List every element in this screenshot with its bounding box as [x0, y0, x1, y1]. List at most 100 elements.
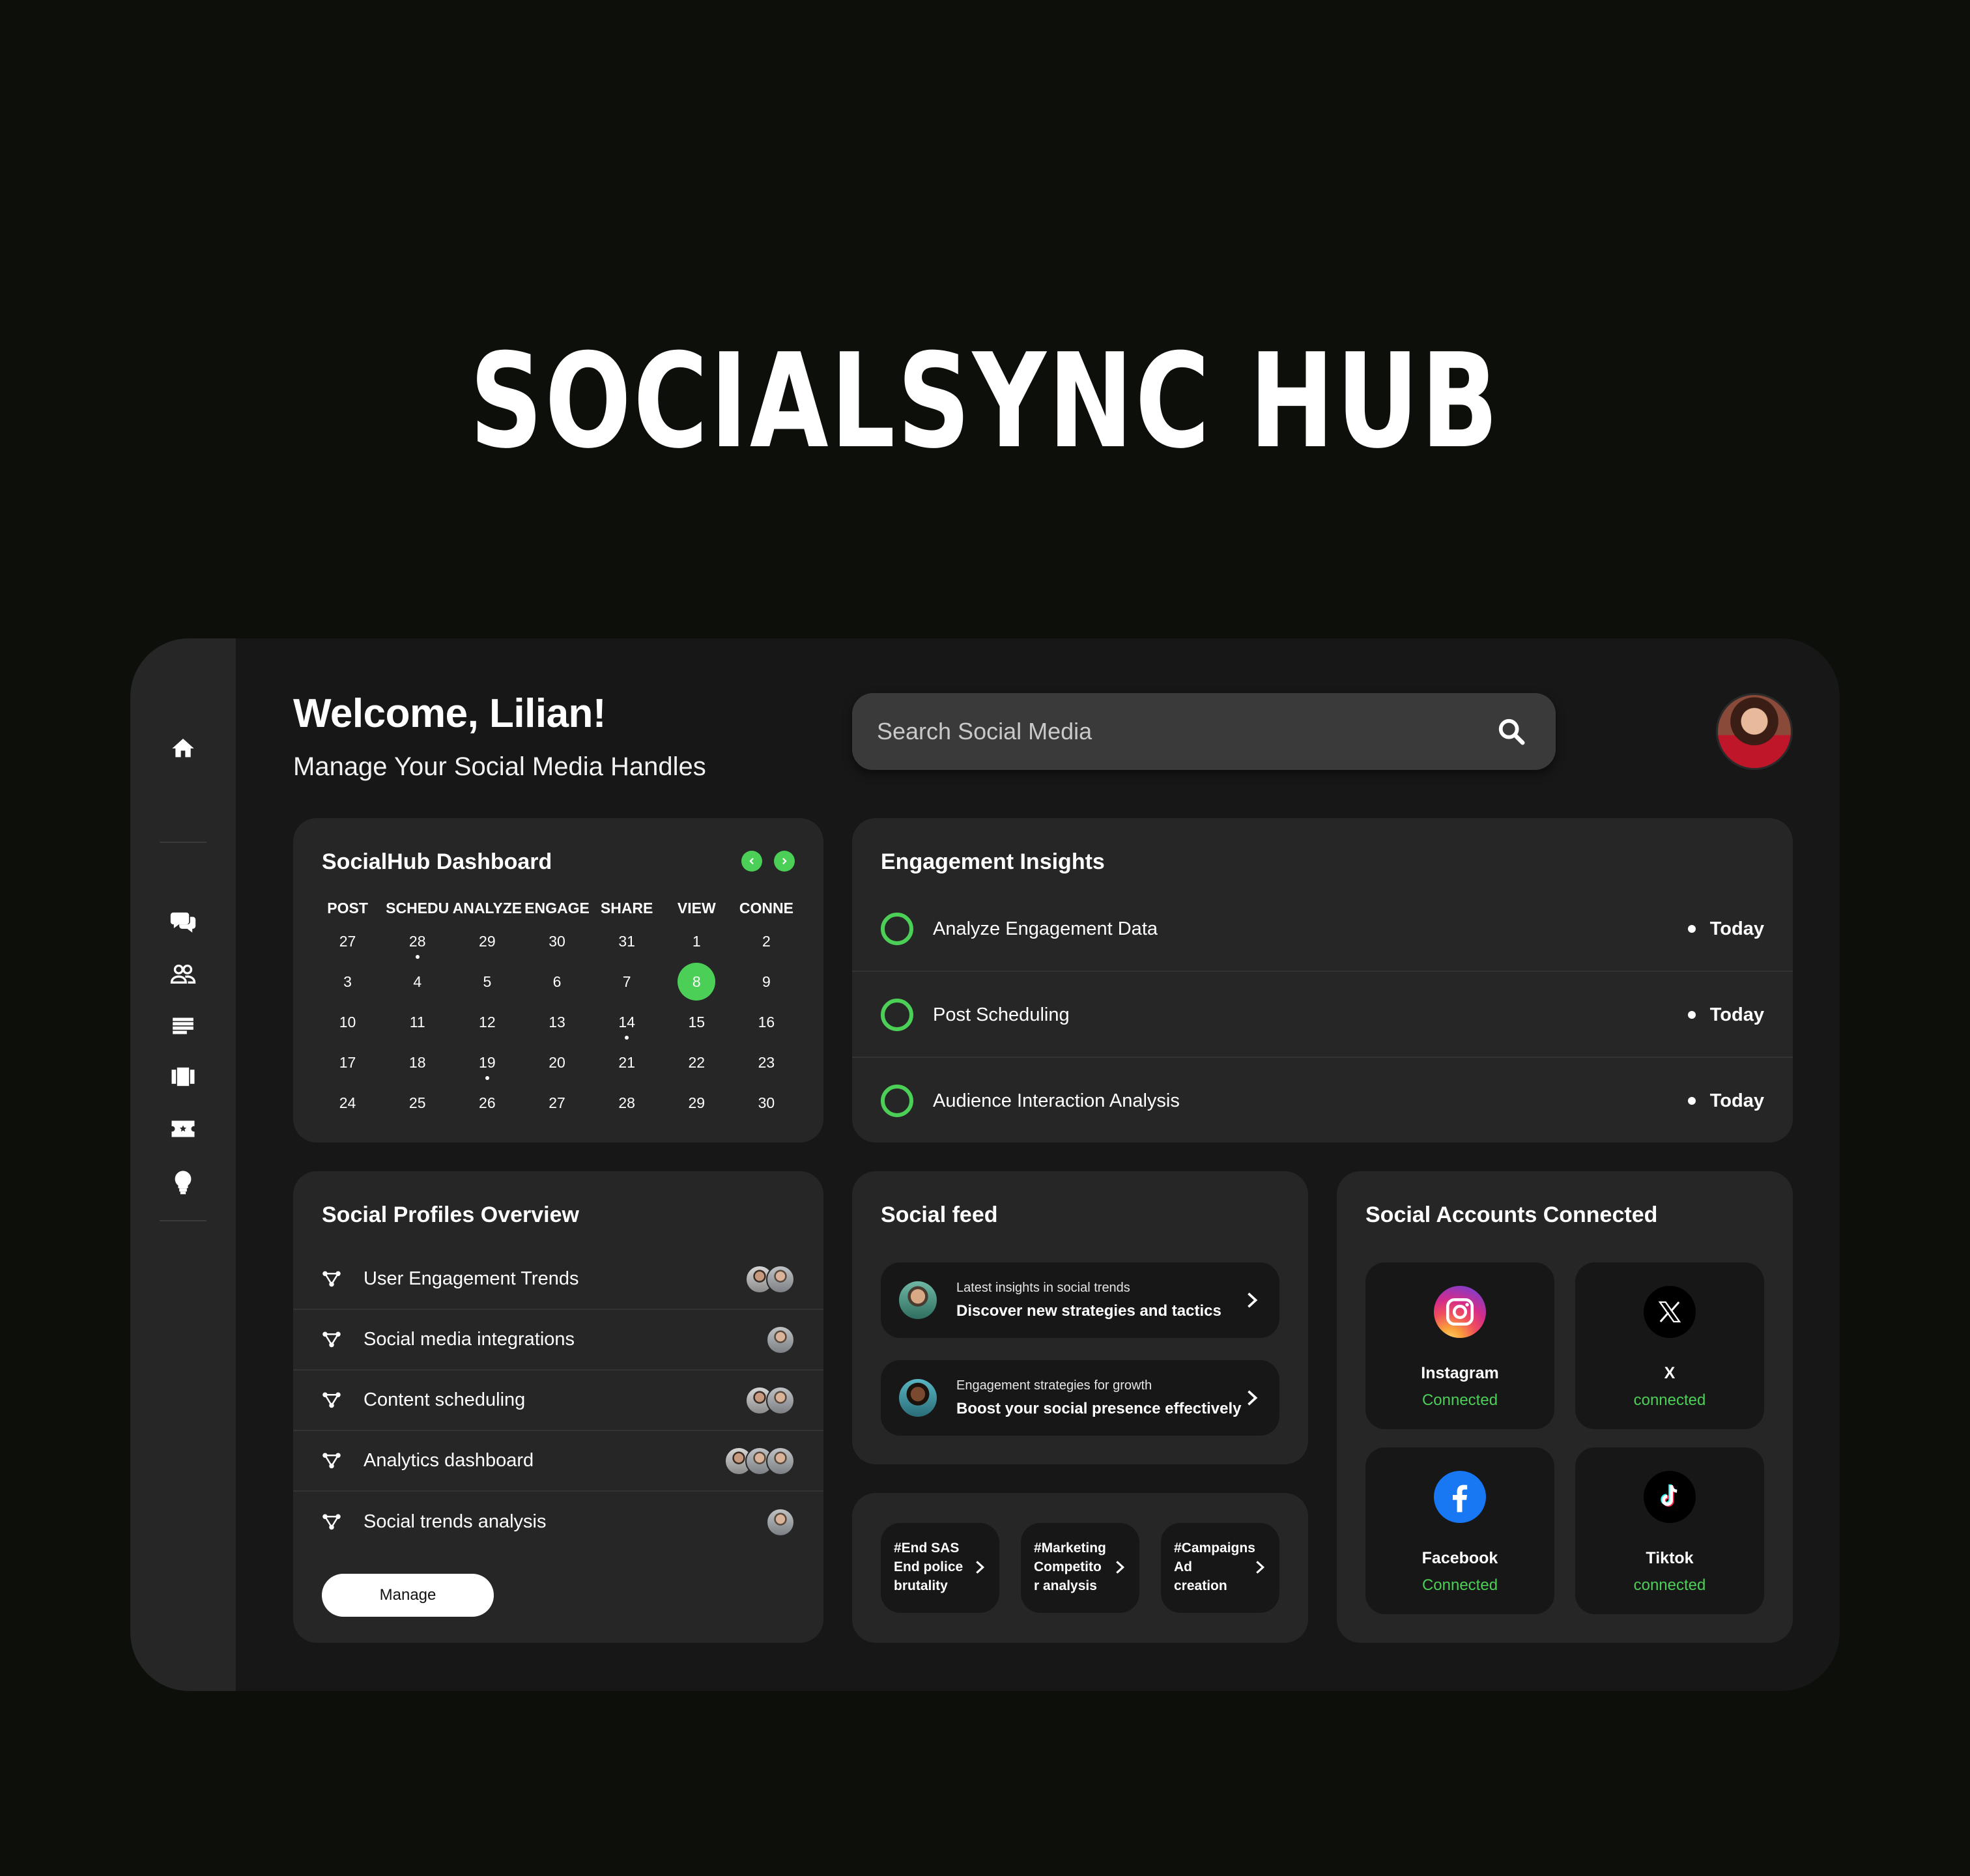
calendar-day[interactable]: 24 — [313, 1083, 382, 1123]
calendar-day[interactable]: 2 — [732, 921, 801, 961]
list-icon[interactable] — [160, 1003, 206, 1049]
chevron-right-icon — [1251, 1558, 1269, 1576]
calendar-day[interactable]: 16 — [732, 1002, 801, 1042]
calendar-day[interactable]: 20 — [522, 1042, 592, 1083]
calendar-day[interactable]: 14 — [592, 1002, 662, 1042]
chat-icon[interactable] — [160, 899, 206, 945]
chevron-right-icon — [1243, 1389, 1261, 1407]
hashtag-line: brutality — [894, 1578, 948, 1593]
calendar-day[interactable]: 3 — [313, 961, 382, 1002]
calendar-day[interactable]: 30 — [522, 921, 592, 961]
profile-item[interactable]: User Engagement Trends — [293, 1249, 823, 1310]
home-icon[interactable] — [160, 726, 206, 771]
account-tile-instagram[interactable]: Instagram Connected — [1365, 1262, 1554, 1429]
facebook-icon — [1434, 1471, 1486, 1523]
status-ring-icon — [881, 999, 913, 1031]
calendar-column-header: SCHEDU — [386, 900, 450, 917]
calendar-day[interactable]: 25 — [382, 1083, 452, 1123]
account-name: Tiktok — [1646, 1549, 1694, 1567]
profile-item[interactable]: Analytics dashboard — [293, 1431, 823, 1492]
calendar-day[interactable]: 31 — [592, 921, 662, 961]
profile-item[interactable]: Social media integrations — [293, 1310, 823, 1371]
calendar-day[interactable]: 12 — [452, 1002, 522, 1042]
prev-month-button[interactable] — [741, 851, 762, 872]
avatar — [766, 1264, 795, 1294]
calendar-week: 27 28 29 30 31 1 2 — [313, 921, 801, 961]
calendar-day[interactable]: 6 — [522, 961, 592, 1002]
manage-button[interactable]: Manage — [322, 1574, 494, 1617]
calendar-day[interactable]: 11 — [382, 1002, 452, 1042]
calendar-day[interactable]: 18 — [382, 1042, 452, 1083]
sidebar-divider — [160, 1220, 207, 1221]
calendar-day[interactable]: 19 — [452, 1042, 522, 1083]
feed-item[interactable]: Engagement strategies for growth Boost y… — [881, 1360, 1279, 1436]
avatar — [899, 1379, 937, 1417]
engagement-item-date: Today — [1688, 918, 1764, 940]
avatar — [766, 1446, 795, 1475]
engagement-item[interactable]: Audience Interaction Analysis Today — [852, 1058, 1793, 1144]
calendar-day[interactable]: 9 — [732, 961, 801, 1002]
accounts-title: Social Accounts Connected — [1365, 1202, 1658, 1227]
account-tile-facebook[interactable]: Facebook Connected — [1365, 1447, 1554, 1614]
calendar-day[interactable]: 4 — [382, 961, 452, 1002]
calendar-day[interactable]: 10 — [313, 1002, 382, 1042]
calendar-day[interactable]: 26 — [452, 1083, 522, 1123]
calendar-day[interactable]: 17 — [313, 1042, 382, 1083]
calendar-day[interactable]: 21 — [592, 1042, 662, 1083]
account-name: Instagram — [1421, 1364, 1499, 1382]
hashtag-tile[interactable]: #End SAS End police brutality — [881, 1523, 999, 1613]
hashtag-tile[interactable]: #Marketing Competito r analysis — [1021, 1523, 1139, 1613]
calendar-day[interactable]: 29 — [452, 921, 522, 961]
calendar-day[interactable]: 27 — [522, 1083, 592, 1123]
calendar-day[interactable]: 23 — [732, 1042, 801, 1083]
calendar-day[interactable]: 5 — [452, 961, 522, 1002]
feed-item[interactable]: Latest insights in social trends Discove… — [881, 1262, 1279, 1338]
calendar-day[interactable]: 29 — [662, 1083, 732, 1123]
next-month-button[interactable] — [774, 851, 795, 872]
carousel-icon[interactable] — [160, 1054, 206, 1100]
account-status: connected — [1633, 1576, 1706, 1594]
calendar-week: 10 11 12 13 14 15 16 — [313, 1002, 801, 1042]
calendar-column-header: ANALYZE — [452, 900, 522, 917]
star-ticket-icon[interactable] — [160, 1106, 206, 1152]
user-avatar[interactable] — [1716, 693, 1793, 770]
lightbulb-icon[interactable] — [160, 1159, 206, 1205]
account-tile-tiktok[interactable]: Tiktok connected — [1575, 1447, 1764, 1614]
calendar-day[interactable]: 1 — [662, 921, 732, 961]
calendar-day[interactable]: 28 — [382, 921, 452, 961]
engagement-item[interactable]: Analyze Engagement Data Today — [852, 886, 1793, 972]
calendar-day[interactable]: 15 — [662, 1002, 732, 1042]
account-tile-x[interactable]: X connected — [1575, 1262, 1764, 1429]
profile-item[interactable]: Content scheduling — [293, 1371, 823, 1431]
calendar-day[interactable]: 22 — [662, 1042, 732, 1083]
profile-item-label: Social trends analysis — [364, 1511, 547, 1532]
calendar-grid: POST SCHEDU ANALYZE ENGAGE SHARE VIEW CO… — [313, 895, 801, 1123]
calendar-day[interactable]: 28 — [592, 1083, 662, 1123]
avatar — [899, 1281, 937, 1319]
calendar-day[interactable]: 7 — [592, 961, 662, 1002]
search-input[interactable] — [877, 718, 1492, 745]
feed-item-subtitle: Latest insights in social trends — [956, 1280, 1130, 1295]
welcome-heading: Welcome, Lilian! — [293, 691, 607, 736]
calendar-header-row: POST SCHEDU ANALYZE ENGAGE SHARE VIEW CO… — [313, 895, 801, 921]
hashtag-tile[interactable]: #Campaigns Ad creation — [1161, 1523, 1279, 1613]
calendar-day-selected[interactable]: 8 — [662, 961, 732, 1002]
network-icon — [322, 1268, 344, 1290]
chevron-right-icon — [1111, 1558, 1129, 1576]
calendar-day[interactable]: 27 — [313, 921, 382, 961]
calendar-day[interactable]: 13 — [522, 1002, 592, 1042]
users-icon[interactable] — [160, 951, 206, 997]
x-icon — [1644, 1286, 1696, 1338]
profile-item-label: Content scheduling — [364, 1389, 526, 1410]
hashtag-line: Competito — [1034, 1559, 1102, 1574]
search-icon[interactable] — [1492, 712, 1531, 751]
engagement-item[interactable]: Post Scheduling Today — [852, 972, 1793, 1058]
engagement-item-label: Analyze Engagement Data — [933, 918, 1158, 939]
engagement-item-date: Today — [1688, 1090, 1764, 1112]
avatar-group — [745, 1386, 795, 1415]
profile-item[interactable]: Social trends analysis — [293, 1492, 823, 1552]
calendar-day[interactable]: 30 — [732, 1083, 801, 1123]
avatar-group — [745, 1264, 795, 1294]
chevron-right-icon — [971, 1558, 989, 1576]
avatar — [766, 1325, 795, 1354]
